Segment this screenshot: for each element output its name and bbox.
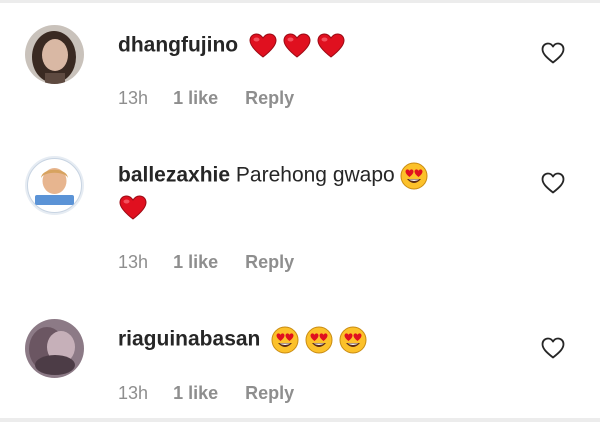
comment-meta: 13h 1 like Reply [118,88,294,109]
reply-button[interactable]: Reply [245,383,294,404]
like-count[interactable]: 1 like [173,88,218,109]
reply-button[interactable]: Reply [245,252,294,273]
avatar[interactable] [25,25,84,84]
heart-eyes-emoji [338,325,368,355]
comment-body-line-2 [118,193,148,223]
avatar[interactable] [25,319,84,378]
comment-item: riaguinabasan 13h 1 like Reply [0,300,600,418]
reply-button[interactable]: Reply [245,88,294,109]
heart-eyes-emoji [270,325,300,355]
comment-body: dhangfujino [118,31,346,61]
red-heart-emoji [282,31,312,61]
bottom-divider [0,418,600,422]
username[interactable]: riaguinabasan [118,328,260,351]
comment-body: ballezaxhie Parehong gwapo [118,161,429,191]
comment-item: dhangfujino 13h 1 like Reply [0,0,600,140]
comment-meta: 13h 1 like Reply [118,252,294,273]
username[interactable]: ballezaxhie [118,164,230,187]
timestamp: 13h [118,88,149,108]
heart-outline-icon[interactable] [541,337,565,359]
username[interactable]: dhangfujino [118,34,238,57]
heart-outline-icon[interactable] [541,172,565,194]
avatar[interactable] [25,156,84,215]
comment-meta: 13h 1 like Reply [118,383,294,404]
timestamp: 13h [118,252,149,272]
comment-item: ballezaxhie Parehong gwapo 13h 1 like Re… [0,140,600,300]
comment-text: Parehong gwapo [235,163,395,187]
heart-eyes-emoji [304,325,334,355]
like-count[interactable]: 1 like [173,383,218,404]
comment-body: riaguinabasan [118,325,368,355]
red-heart-emoji [118,193,148,223]
like-count[interactable]: 1 like [173,252,218,273]
timestamp: 13h [118,383,149,403]
red-heart-emoji [248,31,278,61]
heart-outline-icon[interactable] [541,42,565,64]
red-heart-emoji [316,31,346,61]
heart-eyes-emoji [399,161,429,191]
